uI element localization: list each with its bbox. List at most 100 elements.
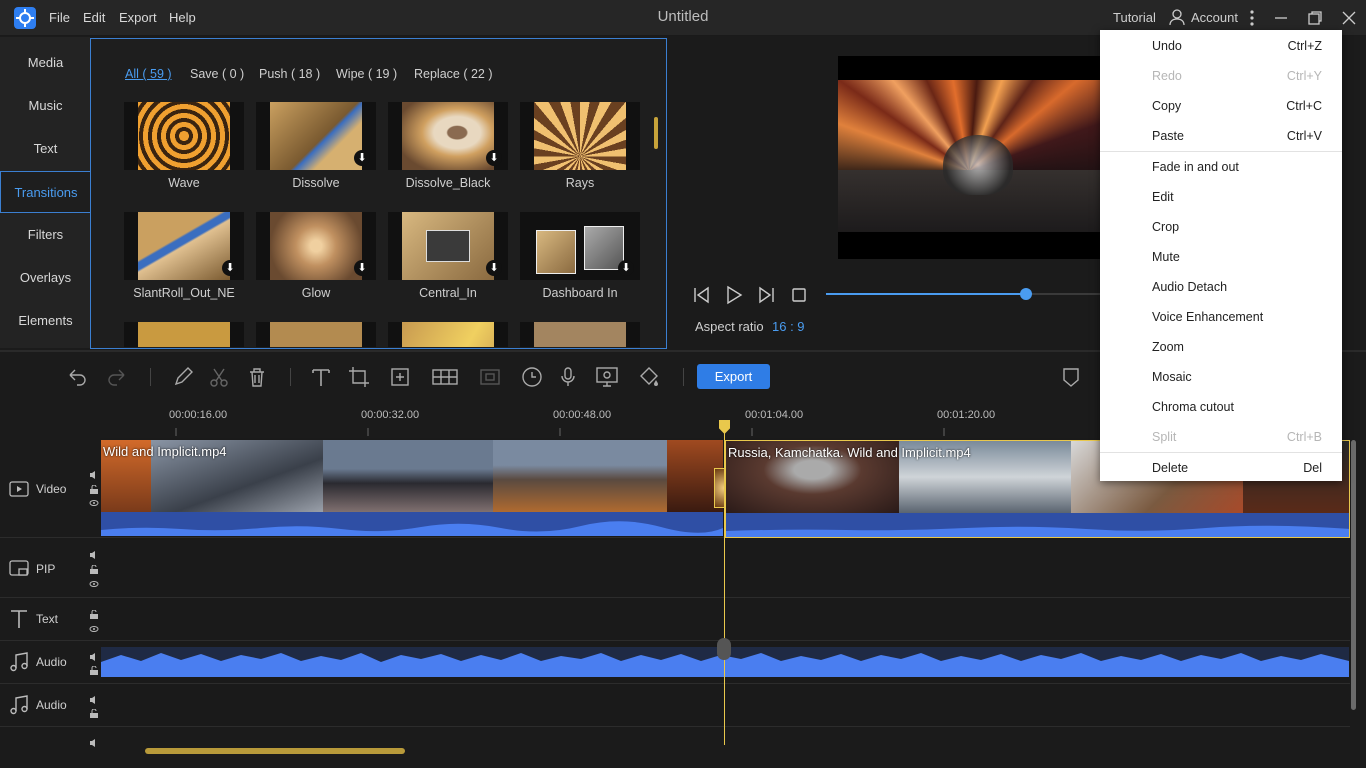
speaker-icon[interactable]: [89, 736, 99, 747]
clock-icon[interactable]: [521, 366, 543, 388]
transition-thumb-rays[interactable]: [520, 102, 640, 170]
menu-item-mosaic[interactable]: Mosaic: [1100, 362, 1342, 392]
stop-icon[interactable]: [789, 285, 809, 305]
menu-item-crop[interactable]: Crop: [1100, 212, 1342, 242]
transition-thumb-glow[interactable]: ⬇: [256, 212, 376, 280]
split-scissors-icon[interactable]: [717, 638, 731, 660]
menu-item-zoom[interactable]: Zoom: [1100, 332, 1342, 362]
download-icon[interactable]: ⬇: [486, 260, 502, 276]
menu-item-copy[interactable]: Copy Ctrl+C: [1100, 91, 1342, 121]
menu-item-fade[interactable]: Fade in and out: [1100, 152, 1342, 182]
eye-icon[interactable]: [89, 577, 99, 587]
download-icon[interactable]: ⬇: [354, 260, 370, 276]
download-icon[interactable]: ⬇: [486, 150, 502, 166]
restore-icon[interactable]: [1306, 9, 1324, 27]
undo-icon[interactable]: [66, 366, 88, 388]
tab-text[interactable]: Text: [0, 128, 91, 170]
audio-track-2[interactable]: [100, 684, 1350, 727]
redo-icon[interactable]: [106, 366, 128, 388]
tab-music[interactable]: Music: [0, 85, 91, 127]
account-link[interactable]: Account: [1191, 10, 1238, 25]
tab-elements[interactable]: Elements: [0, 300, 91, 342]
text-track[interactable]: [100, 598, 1350, 641]
context-menu: Undo Ctrl+Z Redo Ctrl+Y Copy Ctrl+C Paste Ct…: [1100, 30, 1342, 481]
microphone-icon[interactable]: [557, 366, 579, 388]
resize-icon[interactable]: [389, 366, 411, 388]
video-clip-1[interactable]: Wild and Implicit.mp4: [101, 440, 723, 538]
category-wipe[interactable]: Wipe ( 19 ): [336, 67, 397, 81]
close-icon[interactable]: [1340, 9, 1358, 27]
menu-item-paste[interactable]: Paste Ctrl+V: [1100, 121, 1342, 151]
menu-item-split[interactable]: Split Ctrl+B: [1100, 422, 1342, 452]
transition-thumb-central-in[interactable]: ⬇: [388, 212, 508, 280]
ruler-tick: 00:01:20.00: [937, 409, 996, 421]
transition-thumb[interactable]: [520, 322, 640, 347]
timeline-horizontal-scrollbar[interactable]: [145, 748, 405, 754]
playhead[interactable]: [724, 420, 725, 745]
playback-progress[interactable]: [826, 288, 1100, 300]
menu-item-voice-enhancement[interactable]: Voice Enhancement: [1100, 302, 1342, 332]
previous-frame-icon[interactable]: [692, 285, 712, 305]
category-replace[interactable]: Replace ( 22 ): [414, 67, 493, 81]
minimize-icon[interactable]: [1272, 9, 1290, 27]
freeze-frame-icon[interactable]: [479, 366, 501, 388]
lock-icon[interactable]: [89, 707, 99, 718]
timeline-vertical-scrollbar[interactable]: [1351, 440, 1356, 710]
transition-thumb-dashboard-in[interactable]: ⬇: [520, 212, 640, 280]
account-icon[interactable]: [1168, 8, 1186, 26]
speaker-icon[interactable]: [89, 693, 99, 704]
download-icon[interactable]: ⬇: [618, 260, 634, 276]
category-all[interactable]: All ( 59 ): [125, 67, 172, 81]
transition-thumb-dissolve[interactable]: ⬇: [256, 102, 376, 170]
category-push[interactable]: Push ( 18 ): [259, 67, 320, 81]
menu-item-undo[interactable]: Undo Ctrl+Z: [1100, 31, 1342, 61]
scissors-icon[interactable]: [208, 366, 230, 388]
download-icon[interactable]: ⬇: [354, 150, 370, 166]
pencil-icon[interactable]: [172, 366, 194, 388]
menu-item-mute[interactable]: Mute: [1100, 242, 1342, 272]
speaker-icon[interactable]: [89, 548, 99, 559]
transition-thumb-wave[interactable]: [124, 102, 244, 170]
tab-overlays[interactable]: Overlays: [0, 257, 91, 299]
lock-icon[interactable]: [89, 608, 99, 619]
paint-bucket-icon[interactable]: [637, 366, 659, 388]
tutorial-link[interactable]: Tutorial: [1113, 10, 1156, 25]
export-button[interactable]: Export: [697, 364, 770, 389]
tab-filters[interactable]: Filters: [0, 214, 91, 256]
download-icon[interactable]: ⬇: [222, 260, 238, 276]
trash-icon[interactable]: [246, 366, 268, 388]
speaker-icon[interactable]: [89, 650, 99, 661]
transition-thumb-slantroll[interactable]: ⬇: [124, 212, 244, 280]
more-menu-icon[interactable]: [1247, 9, 1257, 27]
menu-item-edit[interactable]: Edit: [1100, 182, 1342, 212]
category-save[interactable]: Save ( 0 ): [190, 67, 244, 81]
speaker-icon[interactable]: [89, 468, 99, 479]
screen-record-icon[interactable]: [595, 366, 618, 388]
marker-icon[interactable]: [1062, 366, 1084, 388]
crop-icon[interactable]: [348, 366, 370, 388]
library-scrollbar[interactable]: [653, 105, 659, 345]
lock-icon[interactable]: [89, 483, 99, 494]
transition-thumb[interactable]: [124, 322, 244, 347]
lock-icon[interactable]: [89, 563, 99, 574]
transition-thumb[interactable]: [256, 322, 376, 347]
menu-item-redo[interactable]: Redo Ctrl+Y: [1100, 61, 1342, 91]
text-tool-icon[interactable]: [310, 366, 332, 388]
aspect-ratio-value[interactable]: 16 : 9: [772, 319, 805, 334]
menu-item-delete[interactable]: Delete Del: [1100, 453, 1342, 483]
progress-knob[interactable]: [1020, 288, 1033, 300]
tab-transitions[interactable]: Transitions: [0, 171, 91, 213]
menu-item-audio-detach[interactable]: Audio Detach: [1100, 272, 1342, 302]
eye-icon[interactable]: [89, 496, 99, 506]
track-header-pip: PIP: [0, 538, 100, 598]
mosaic-icon[interactable]: [432, 366, 458, 388]
transition-thumb-dissolve-black[interactable]: ⬇: [388, 102, 508, 170]
next-frame-icon[interactable]: [756, 285, 776, 305]
play-icon[interactable]: [724, 285, 744, 305]
pip-track[interactable]: [100, 538, 1350, 598]
menu-item-chroma-cutout[interactable]: Chroma cutout: [1100, 392, 1342, 422]
eye-icon[interactable]: [89, 622, 99, 632]
lock-icon[interactable]: [89, 664, 99, 675]
transition-thumb[interactable]: [388, 322, 508, 347]
tab-media[interactable]: Media: [0, 42, 91, 84]
